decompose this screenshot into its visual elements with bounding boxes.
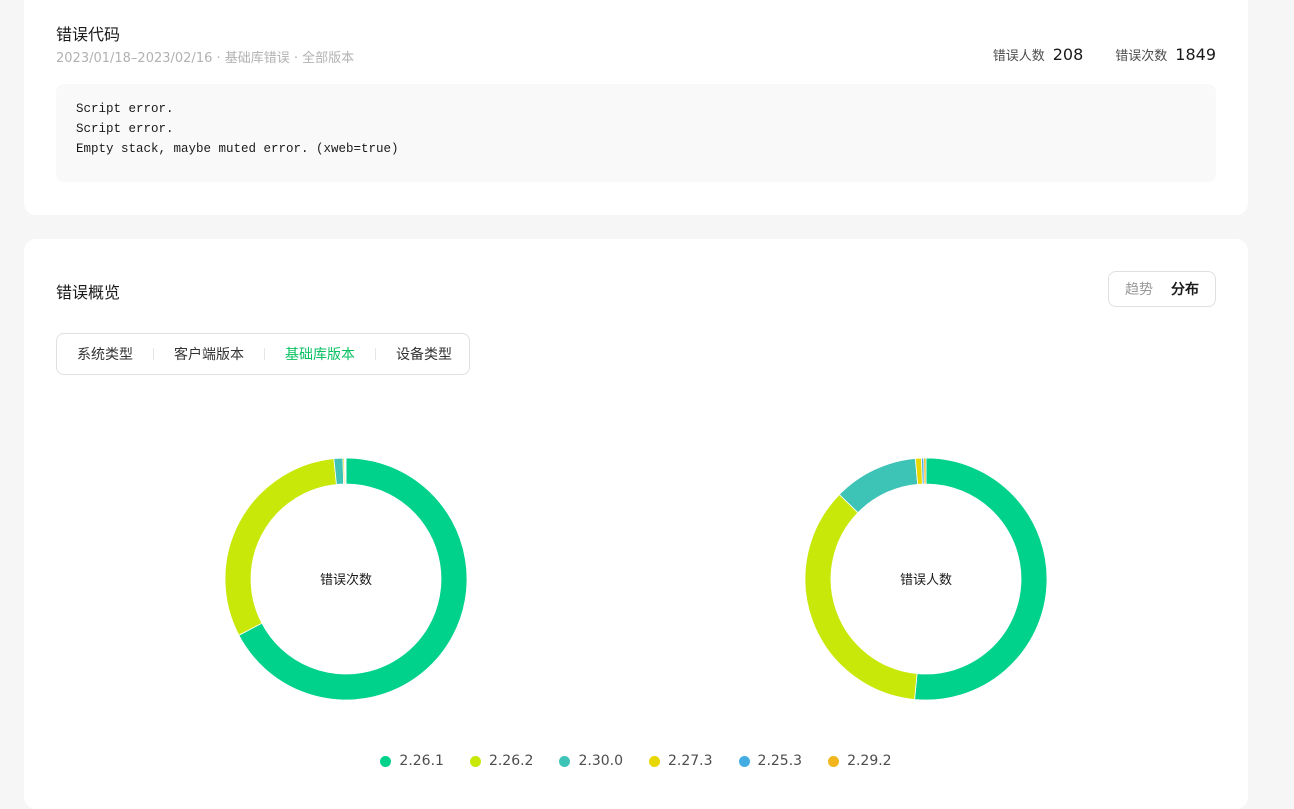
legend-item[interactable]: 2.27.3 <box>649 753 713 769</box>
legend-item[interactable]: 2.26.2 <box>469 753 534 769</box>
legend-dot <box>649 755 660 767</box>
donut-center-label: 错误人数 <box>900 573 952 588</box>
legend-item[interactable]: 2.30.0 <box>559 753 623 769</box>
error-code-card: 错误代码 2023/01/18–2023/02/16 · 基础库错误 · 全部版… <box>24 0 1248 215</box>
code-line: Script error. <box>76 122 174 136</box>
legend-dot <box>738 755 750 767</box>
error-overview-card: 错误概览 趋势 分布 系统类型 客户端版本 基础库版本 设备类型 错误次数 错误人… <box>24 239 1248 809</box>
legend-item[interactable]: 2.29.2 <box>828 753 892 769</box>
legend-dot <box>828 755 840 767</box>
legend-item[interactable]: 2.25.3 <box>738 753 803 769</box>
donut-slice-2.26.2[interactable] <box>224 458 337 636</box>
error-users-label: 错误人数 <box>992 49 1045 64</box>
donut-center-label: 错误次数 <box>320 572 372 588</box>
error-code-block: Script error. Script error. Empty stack,… <box>56 84 1216 182</box>
legend-dot <box>469 755 481 767</box>
legend-dot <box>559 755 571 767</box>
donut-slice-2.29.2[interactable] <box>923 457 927 485</box>
legend-label: 2.30.0 <box>578 753 623 769</box>
legend-item[interactable]: 2.26.1 <box>380 753 444 769</box>
error-users-value: 208 <box>1052 45 1084 64</box>
legend-label: 2.26.1 <box>399 753 444 769</box>
donut-slice-2.29.2[interactable] <box>344 457 347 485</box>
chart-legend: 2.26.1 2.26.2 2.30.0 2.27.3 2.25.3 2.29.… <box>24 753 1248 769</box>
donut-slice-2.26.2[interactable] <box>804 493 918 700</box>
error-code-subtitle: 2023/01/18–2023/02/16 · 基础库错误 · 全部版本 <box>56 51 355 66</box>
error-stats: 错误人数 208 错误次数 1849 <box>993 45 1216 64</box>
code-line: Empty stack, maybe muted error. (xweb=tr… <box>76 142 399 156</box>
legend-label: 2.27.3 <box>668 753 713 769</box>
error-count-label: 错误次数 <box>1115 49 1168 64</box>
code-line: Script error. <box>76 102 174 116</box>
legend-label: 2.26.2 <box>488 753 534 769</box>
donut-slice-2.30.0[interactable] <box>838 458 919 514</box>
error-count-value: 1849 <box>1175 45 1216 64</box>
legend-label: 2.29.2 <box>847 753 892 769</box>
error-code-title: 错误代码 <box>56 25 121 44</box>
distribution-charts: 错误次数 错误人数 <box>224 457 1048 701</box>
legend-dot <box>380 755 392 767</box>
legend-label: 2.25.3 <box>757 753 803 769</box>
